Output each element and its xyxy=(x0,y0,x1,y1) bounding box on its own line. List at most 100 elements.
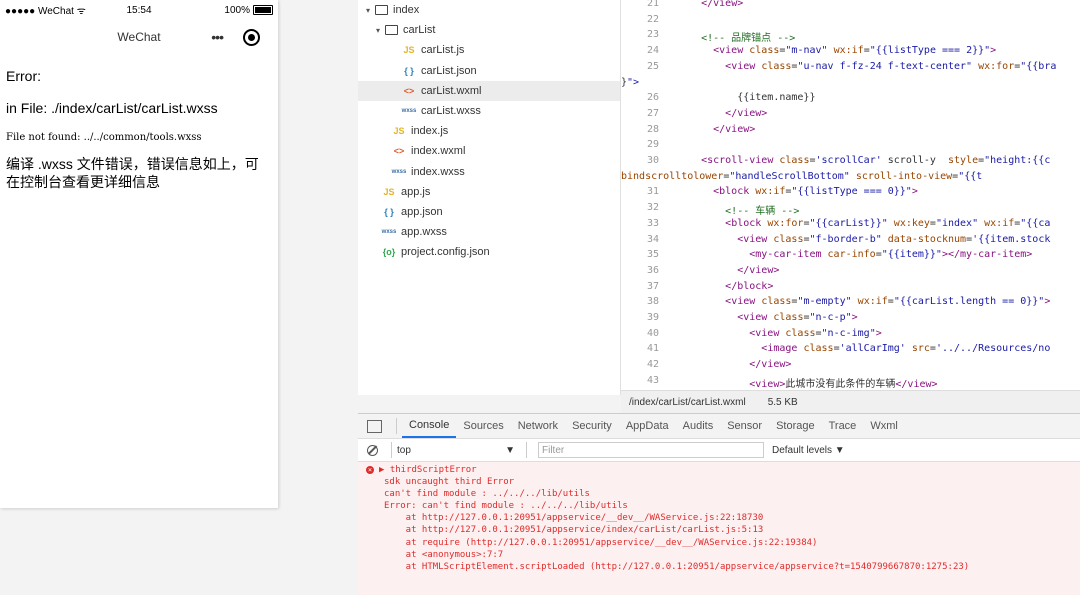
line-number: 31 xyxy=(646,186,659,198)
console-line: at http://127.0.0.1:20951/appservice/__d… xyxy=(384,513,764,524)
code-editor[interactable]: 21 22 23 24 25 26 27 28 29 30 31 32 33 34 35 36 37 38 39 40… xyxy=(621,0,1080,390)
error-file: in File: ./index/carList/carList.wxss xyxy=(6,100,218,116)
context-select[interactable]: top ▼ xyxy=(397,445,521,456)
line-number: 34 xyxy=(646,233,659,245)
file-tree-label: carList xyxy=(403,24,436,37)
battery-icon xyxy=(253,5,273,15)
line-number: 21 xyxy=(646,0,659,9)
line-number: 39 xyxy=(646,312,659,323)
console-line: Error: can't find module : ../../../lib/… xyxy=(384,501,628,512)
line-number: 30 xyxy=(646,155,659,166)
file-tree-item[interactable]: { } app.json xyxy=(358,202,620,222)
code-line[interactable]: </block> xyxy=(677,281,773,292)
file-tree-item[interactable]: JS app.js xyxy=(358,182,620,202)
file-tree-item[interactable]: {o} project.config.json xyxy=(358,242,620,262)
code-line[interactable]: </view> xyxy=(677,265,779,276)
levels-select[interactable]: Default levels ▼ xyxy=(772,445,845,456)
file-tree-item[interactable]: wxss index.wxss xyxy=(358,162,620,182)
file-path: /index/carList/carList.wxml xyxy=(629,396,746,408)
file-tree-label: app.wxss xyxy=(401,226,447,239)
code-line[interactable]: <my-car-item car-info="{{item}}"></my-ca… xyxy=(677,249,1032,260)
line-number: 33 xyxy=(646,217,659,229)
code-line[interactable]: </view> xyxy=(677,124,755,135)
console-line: at require (http://127.0.0.1:20951/appse… xyxy=(384,537,818,548)
code-line[interactable]: </view> xyxy=(677,108,767,119)
file-tree-label: app.json xyxy=(401,205,443,218)
error-message: 编译 .wxss 文件错误，错误信息如上，可在控制台查看更详细信息 xyxy=(6,156,259,190)
file-tree-label: carList.js xyxy=(421,44,465,57)
code-line[interactable]: bindscrolltolower="handleScrollBottom" s… xyxy=(621,171,982,182)
code-line[interactable]: }"> xyxy=(621,77,639,88)
tab-wxml[interactable]: Wxml xyxy=(863,414,905,438)
status-time: 15:54 xyxy=(126,4,152,16)
file-tree-label: app.js xyxy=(401,185,431,198)
file-tree-label: carList.json xyxy=(421,64,477,77)
code-line[interactable]: <view class="m-empty" wx:if="{{carList.l… xyxy=(677,296,1050,307)
chevron-down-icon: ▼ xyxy=(505,444,515,456)
file-tree-item[interactable]: wxss carList.wxss xyxy=(358,101,620,121)
close-capsule-icon[interactable] xyxy=(243,28,260,46)
line-number: 24 xyxy=(646,45,659,57)
code-line[interactable]: <view class="u-nav f-fz-24 f-text-center… xyxy=(677,61,1056,72)
console-line: at HTMLScriptElement.scriptLoaded (http:… xyxy=(384,561,970,572)
tab-network[interactable]: Network xyxy=(511,414,565,438)
file-tree-item[interactable]: <> carList.wxml xyxy=(358,80,620,101)
console-line: at <anonymous>:7:7 xyxy=(384,549,504,560)
tab-sources[interactable]: Sources xyxy=(456,414,510,438)
code-line[interactable]: <block wx:if="{{listType === 0}}"> xyxy=(677,186,918,197)
code-line[interactable]: <!-- 车辆 --> xyxy=(677,202,799,217)
tab-security[interactable]: Security xyxy=(565,414,619,438)
tab-appdata[interactable]: AppData xyxy=(619,414,676,438)
more-menu-icon[interactable]: ••• xyxy=(211,29,224,45)
chevron-down-icon[interactable]: ▾ xyxy=(366,6,375,15)
file-tree-item[interactable]: JS carList.js xyxy=(358,40,620,60)
code-line[interactable]: <scroll-view class='scrollCar' scroll-y … xyxy=(677,155,1050,166)
file-tree-item[interactable]: ▾ index xyxy=(358,0,620,20)
tab-sensor[interactable]: Sensor xyxy=(720,414,769,438)
code-line[interactable]: <image class='allCarImg' src='../../Reso… xyxy=(677,343,1050,354)
file-tree-label: project.config.json xyxy=(401,246,490,259)
line-number: 25 xyxy=(646,60,659,72)
code-line[interactable]: <view>此城市没有此条件的车辆</view> xyxy=(677,375,937,390)
file-tree-item[interactable]: { } carList.json xyxy=(358,61,620,81)
nav-title: WeChat xyxy=(117,30,161,44)
filter-input[interactable]: Filter xyxy=(538,442,764,458)
wxss-file-icon: wxss xyxy=(401,108,417,115)
code-line[interactable]: <view class="f-border-b" data-stocknum='… xyxy=(677,234,1050,245)
code-line[interactable]: <view class="n-c-p"> xyxy=(677,312,857,323)
editor-status-bar: /index/carList/carList.wxml 5.5 KB xyxy=(621,390,1080,413)
chevron-down-icon[interactable]: ▾ xyxy=(376,26,385,35)
folder-icon xyxy=(375,5,388,16)
tab-console[interactable]: Console xyxy=(402,414,457,438)
error-page: Error: in File: ./index/carList/carList.… xyxy=(0,54,278,205)
code-line[interactable]: </view> xyxy=(677,359,791,370)
line-number: 27 xyxy=(646,107,659,119)
code-line[interactable]: <!-- 品牌锚点 --> xyxy=(677,29,795,44)
file-tree-item[interactable]: ▾ carList xyxy=(358,20,620,40)
console-line: sdk uncaught third Error xyxy=(384,477,515,488)
code-line[interactable]: {{item.name}} xyxy=(677,92,815,103)
file-tree-item[interactable]: wxss app.wxss xyxy=(358,222,620,242)
tab-storage[interactable]: Storage xyxy=(769,414,822,438)
code-line[interactable]: <view class="m-nav" wx:if="{{listType ==… xyxy=(677,45,996,56)
js-file-icon: JS xyxy=(403,45,415,56)
inspect-icon[interactable] xyxy=(367,419,382,433)
json-file-icon: { } xyxy=(404,65,414,76)
file-tree-label: carList.wxml xyxy=(421,84,482,97)
file-tree-item[interactable]: <> index.wxml xyxy=(358,141,620,161)
code-line[interactable]: </view> xyxy=(677,0,743,9)
config-file-icon: {o} xyxy=(382,247,396,258)
devtools-tabs: Console Sources Network Security AppData Audi… xyxy=(358,414,1080,439)
code-line[interactable]: <block wx:for="{{carList}}" wx:key="inde… xyxy=(677,218,1050,229)
code-line[interactable]: <view class="n-c-img"> xyxy=(677,328,882,339)
tab-audits[interactable]: Audits xyxy=(676,414,721,438)
status-bar: ●●●●● WeChat ᯤ 15:54 100% xyxy=(0,0,278,20)
tab-trace[interactable]: Trace xyxy=(822,414,864,438)
error-detail: File not found: ../../common/tools.wxss xyxy=(6,132,202,143)
line-number: 28 xyxy=(646,123,659,135)
file-tree-label: index.wxss xyxy=(411,165,465,178)
line-number: 23 xyxy=(646,29,659,41)
file-tree-item[interactable]: JS index.js xyxy=(358,121,620,141)
clear-console-icon[interactable] xyxy=(367,444,378,456)
line-number: 36 xyxy=(646,264,659,276)
